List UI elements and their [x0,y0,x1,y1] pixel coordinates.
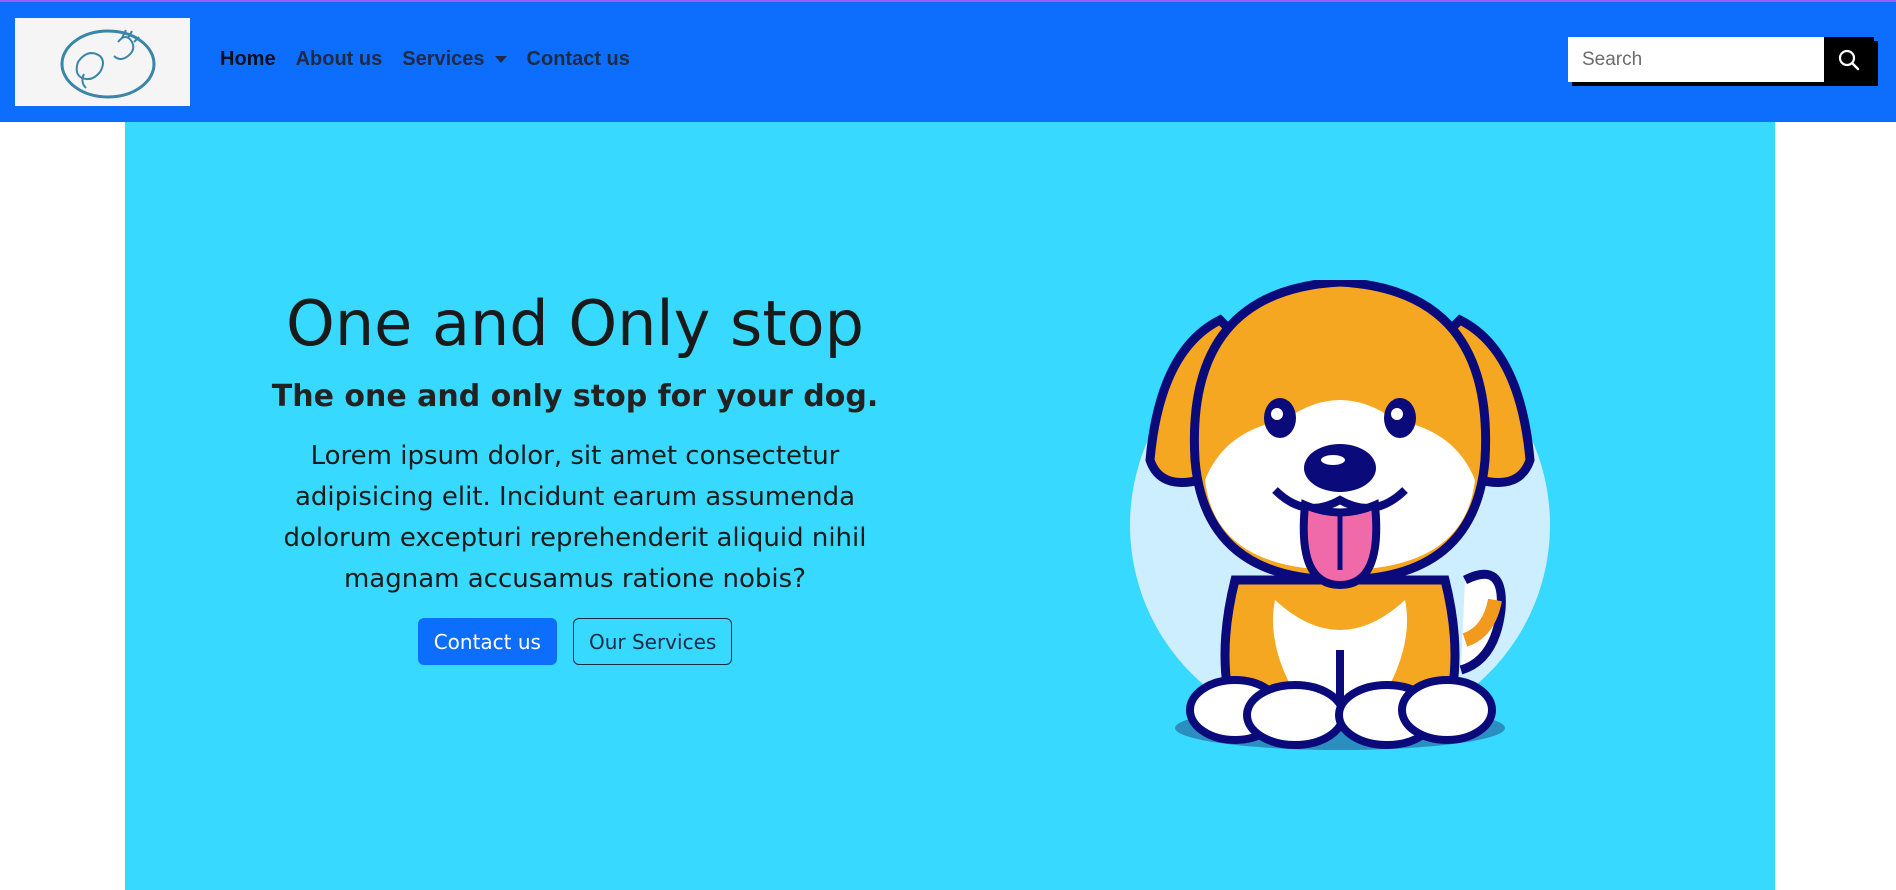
search-input[interactable] [1568,37,1824,82]
dog-hand-logo-icon [60,29,155,99]
search-icon [1838,49,1860,70]
brand-logo[interactable] [15,18,190,106]
nav-home-label: Home [220,48,276,70]
hero-section: One and Only stop The one and only stop … [125,122,1775,890]
cartoon-dog-illustration [1130,280,1550,750]
hero-subtitle: The one and only stop for your dog. [271,379,879,415]
nav-contact-label: Contact us [526,48,630,70]
caret-down-icon [494,56,507,63]
navbar: Home About us Services Contact us [0,2,1896,122]
our-services-button[interactable]: Our Services [572,618,733,666]
hero-body: Lorem ipsum dolor, sit amet consectetur … [283,441,867,595]
contact-us-button[interactable]: Contact us [417,618,557,666]
search-button[interactable] [1824,37,1874,82]
nav-links: Home About us Services Contact us [220,48,630,71]
nav-services-label: Services [402,48,485,70]
hero-title: One and Only stop [286,287,864,360]
nav-services-dropdown[interactable]: Services [402,48,507,71]
hero-buttons: Contact us Our Services [225,618,925,666]
search-form [1568,37,1874,82]
nav-contact[interactable]: Contact us [527,48,630,71]
nav-about[interactable]: About us [296,48,383,71]
nav-home[interactable]: Home [220,48,276,71]
hero-text: One and Only stop The one and only stop … [225,287,925,666]
nav-about-label: About us [295,48,383,70]
